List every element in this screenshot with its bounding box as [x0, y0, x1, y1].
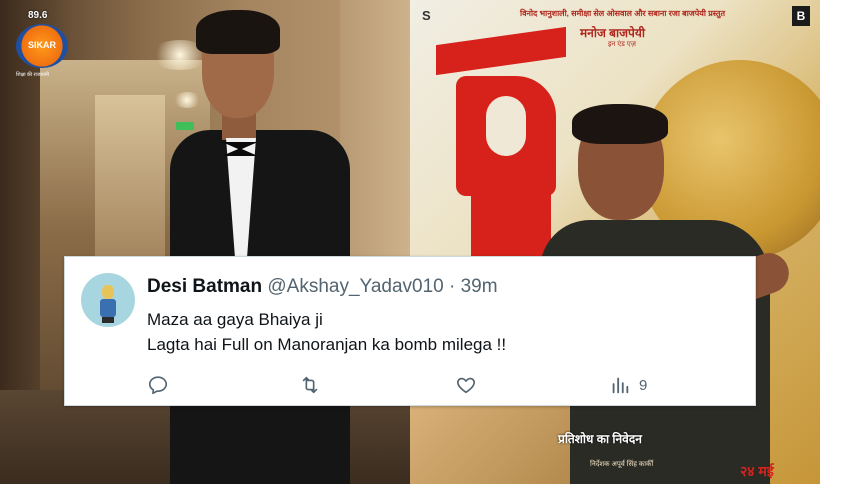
tweet-text: Maza aa gaya Bhaiya ji Lagta hai Full on… [147, 307, 506, 357]
views-button[interactable]: 9 [609, 373, 647, 397]
tweet-line: Maza aa gaya Bhaiya ji [147, 310, 323, 329]
logo-tagline: शिक्षा की राजधानी [16, 72, 49, 78]
logo-frequency: 89.6 [28, 10, 48, 21]
right-margin [820, 0, 860, 484]
radio-logo: 89.6 SIKAR शिक्षा की राजधानी [12, 10, 72, 88]
tweet-header: Desi Batman @Akshay_Yadav010 · 39m [147, 276, 498, 298]
movie-poster: S B विनोद भानुशाली, समीक्षा सेल ओसवाल और… [410, 0, 820, 484]
poster-actor-name: मनोज बाजपेयी [580, 26, 645, 40]
views-icon [612, 377, 629, 394]
left-photo: 89.6 SIKAR शिक्षा की राजधानी [0, 0, 410, 484]
poster-tagline: प्रतिशोध का निवेदन [558, 432, 642, 446]
handle[interactable]: @Akshay_Yadav010 [267, 276, 443, 297]
studio-s-logo: S [422, 8, 431, 23]
poster-credit: विनोद भानुशाली, समीक्षा सेल ओसवाल और सबा… [520, 9, 726, 18]
retweet-icon [302, 376, 318, 394]
reply-button[interactable] [147, 373, 177, 397]
man-in-tuxedo [160, 10, 360, 484]
views-count: 9 [639, 376, 648, 394]
poster-director: निर्देशक अपूर्व सिंह कार्की [590, 461, 654, 468]
logo-station: SIKAR [28, 40, 57, 50]
studio-b-logo: B [792, 6, 810, 26]
display-name[interactable]: Desi Batman [147, 276, 262, 297]
avatar[interactable] [81, 273, 135, 327]
poster-actor-sub: इन एंड एज़ [608, 41, 636, 48]
like-button[interactable] [455, 373, 485, 397]
poster-date: २४ मई [740, 463, 774, 479]
tweet-card[interactable]: Desi Batman @Akshay_Yadav010 · 39m Maza … [64, 256, 756, 406]
tweet-line: Lagta hai Full on Manoranjan ka bomb mil… [147, 335, 507, 354]
heart-icon [457, 377, 475, 394]
timestamp[interactable]: 39m [461, 276, 498, 297]
retweet-button[interactable] [299, 373, 329, 397]
separator-dot: · [449, 276, 456, 297]
reply-icon [148, 376, 168, 395]
tweet-actions: 9 [147, 373, 667, 397]
grain-sack [410, 400, 570, 484]
